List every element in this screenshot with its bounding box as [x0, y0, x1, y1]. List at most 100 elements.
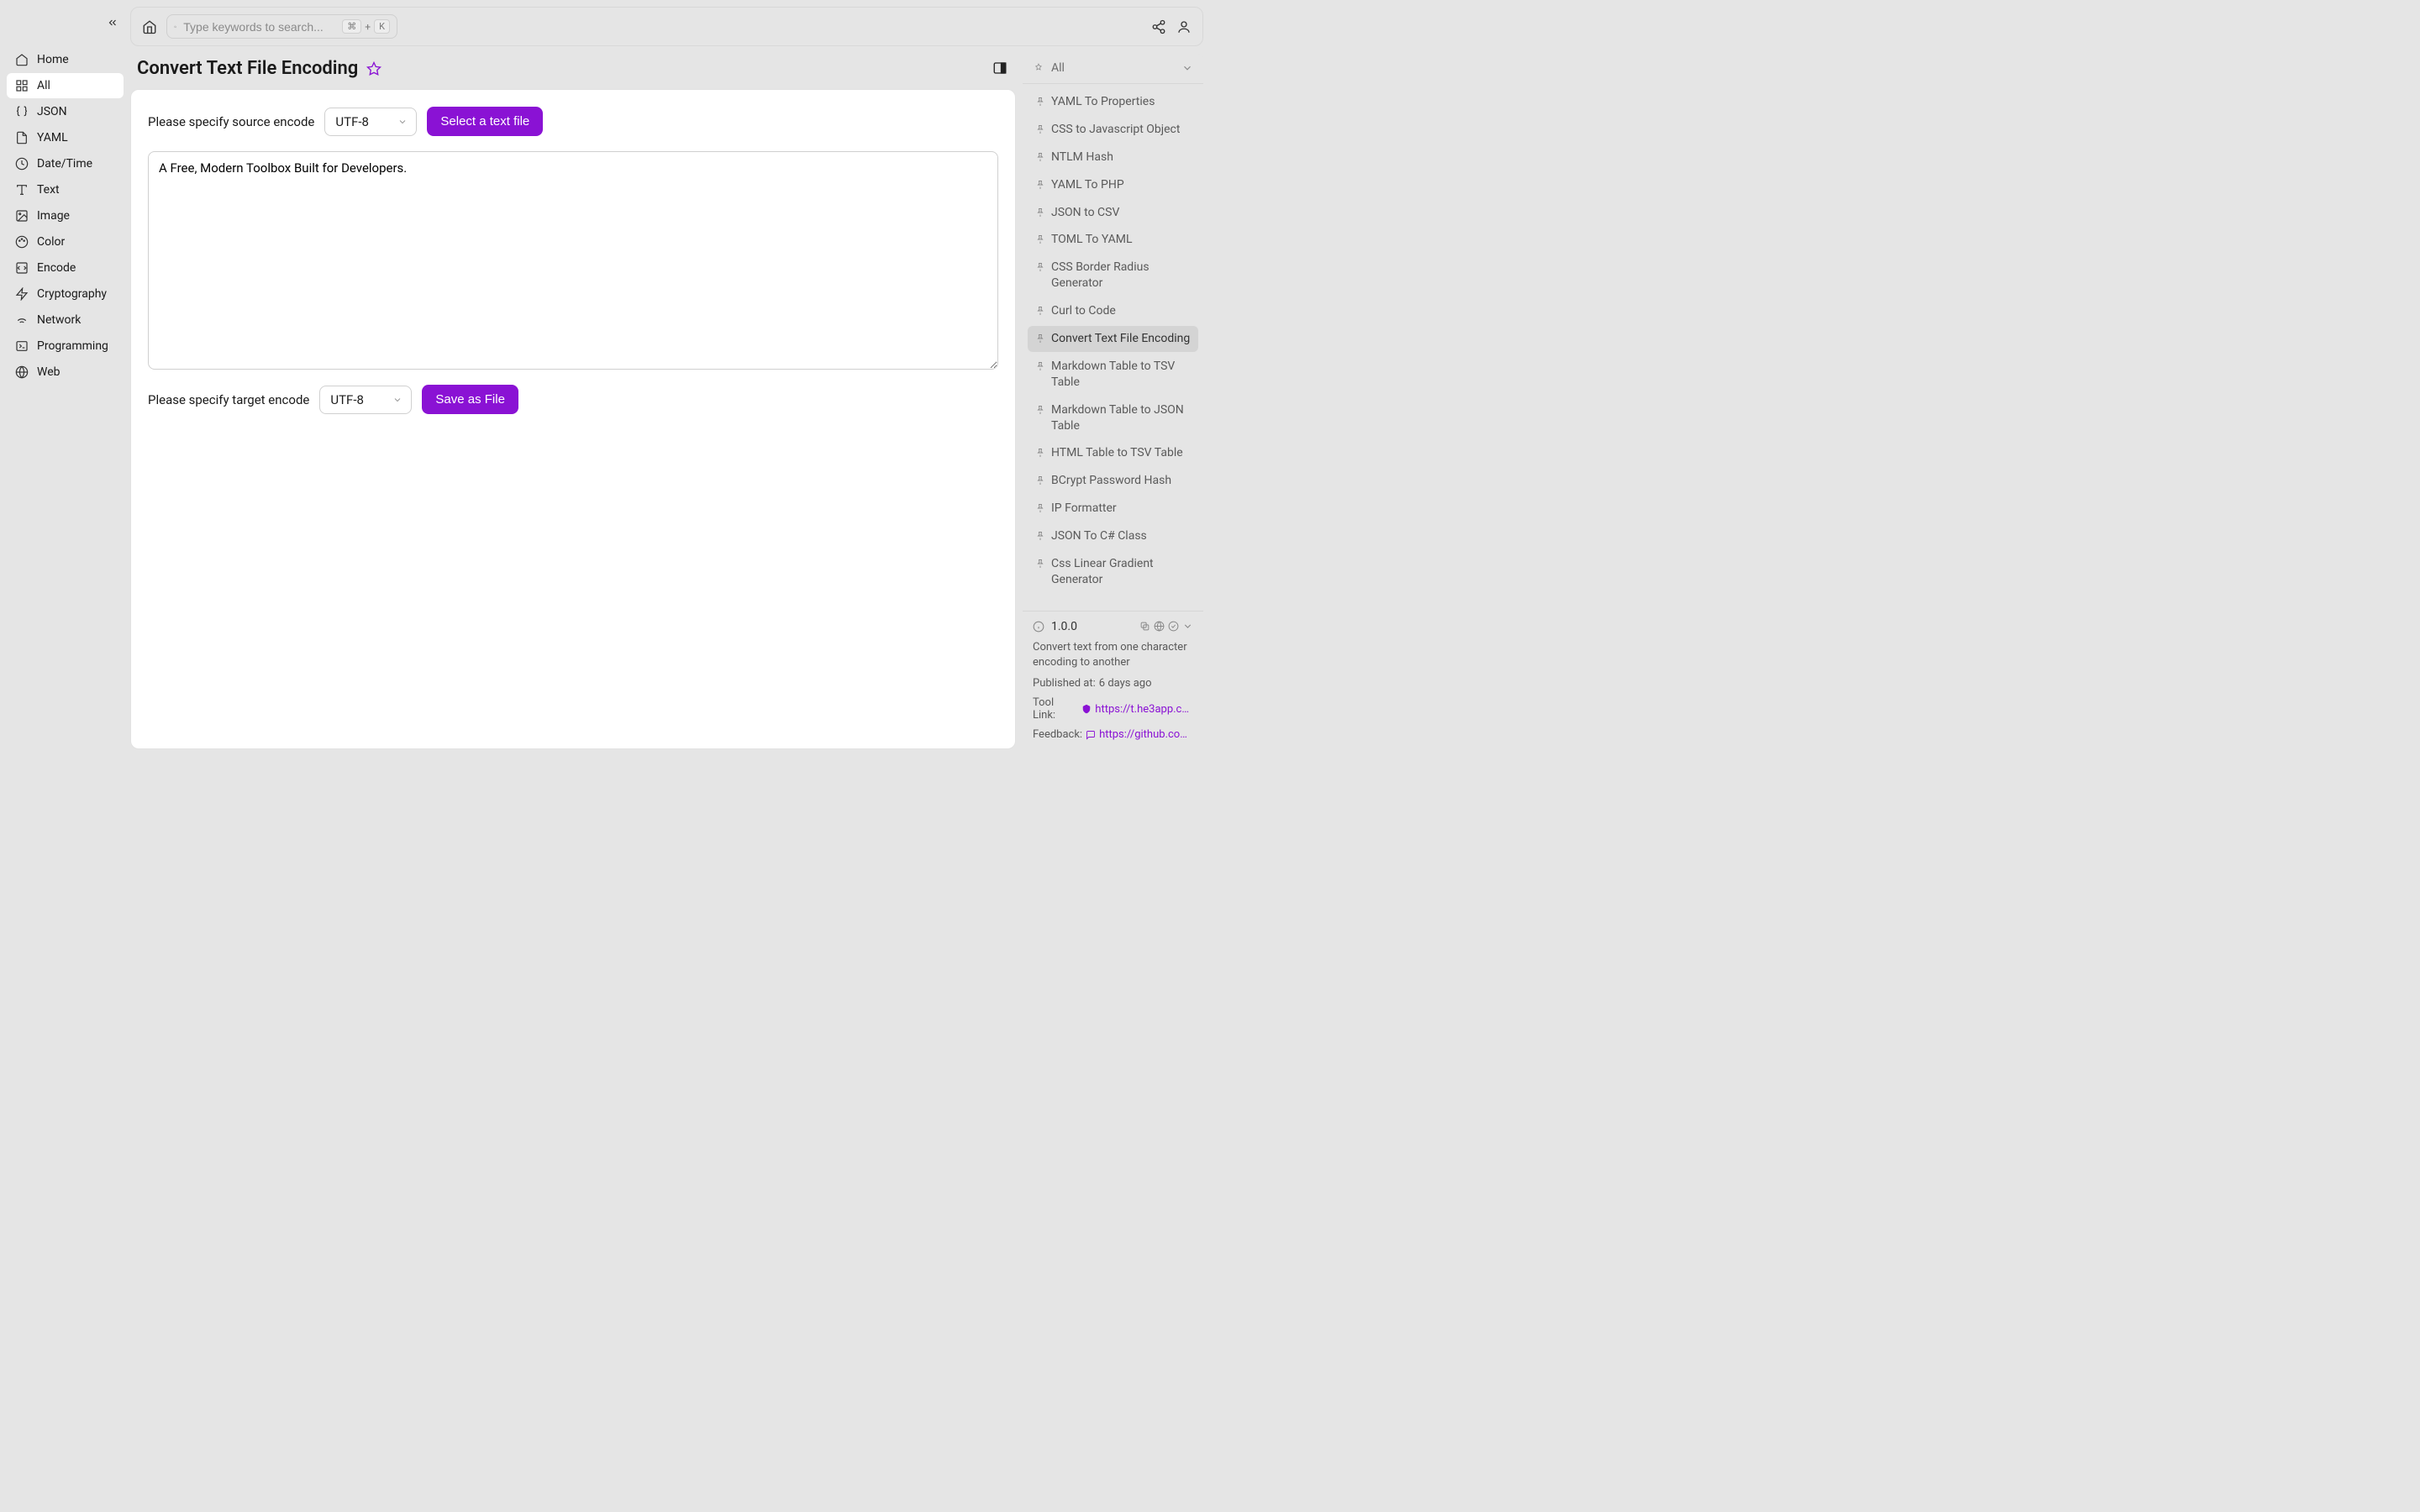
- nav-item-json[interactable]: JSON: [7, 99, 124, 124]
- page-title: Convert Text File Encoding: [137, 58, 358, 79]
- wifi-icon: [15, 313, 29, 327]
- chevron-down-icon: [1181, 62, 1193, 74]
- grid-icon: [15, 79, 29, 92]
- tool-item[interactable]: Markdown Table to TSV Table: [1028, 354, 1198, 396]
- pin-icon: [1034, 179, 1046, 191]
- favorite-button[interactable]: [366, 61, 381, 76]
- pin-icon: [1034, 151, 1046, 163]
- nav-item-label: Programming: [37, 339, 108, 353]
- nav-item-yaml[interactable]: YAML: [7, 125, 124, 150]
- pin-icon: [1034, 404, 1046, 416]
- clock-icon: [15, 157, 29, 171]
- nav-item-encode[interactable]: Encode: [7, 255, 124, 281]
- pin-icon: [1034, 96, 1046, 108]
- tool-item[interactable]: YAML To Properties: [1028, 89, 1198, 115]
- topbar: ⌘ + K: [130, 7, 1203, 46]
- panel-toggle-button[interactable]: [992, 60, 1009, 77]
- content-textarea[interactable]: [148, 151, 998, 370]
- pin-icon: [1034, 123, 1046, 135]
- pin-icon: [1034, 475, 1046, 486]
- home-icon: [142, 19, 157, 34]
- nav-item-label: Text: [37, 183, 60, 197]
- home-button[interactable]: [141, 18, 158, 35]
- right-header-label: All: [1051, 61, 1065, 75]
- feedback-link[interactable]: https://github.com/…: [1099, 728, 1193, 741]
- search-input[interactable]: [183, 20, 335, 34]
- tool-item[interactable]: JSON To C# Class: [1028, 523, 1198, 549]
- nav-item-web[interactable]: Web: [7, 360, 124, 385]
- nav-item-cryptography[interactable]: Cryptography: [7, 281, 124, 307]
- tool-item-label: Css Linear Gradient Generator: [1051, 556, 1192, 588]
- braces-icon: [15, 105, 29, 118]
- nav-item-label: Encode: [37, 261, 76, 275]
- search-shortcut: ⌘ + K: [342, 19, 390, 34]
- search-box[interactable]: ⌘ + K: [166, 14, 397, 39]
- nav-item-text[interactable]: Text: [7, 177, 124, 202]
- nav-item-date-time[interactable]: Date/Time: [7, 151, 124, 176]
- tool-item-label: HTML Table to TSV Table: [1051, 445, 1183, 461]
- tool-link[interactable]: https://t.he3app.co…: [1095, 703, 1193, 716]
- globe-icon: [15, 365, 29, 379]
- main-panel: Please specify source encode UTF-8 Selec…: [130, 89, 1016, 749]
- nav-item-network[interactable]: Network: [7, 307, 124, 333]
- check-icon[interactable]: [1168, 621, 1179, 632]
- select-file-button[interactable]: Select a text file: [427, 107, 543, 136]
- text-icon: [15, 183, 29, 197]
- save-file-button[interactable]: Save as File: [422, 385, 518, 414]
- nav-item-label: Web: [37, 365, 60, 379]
- nav-item-all[interactable]: All: [7, 73, 124, 98]
- code-icon: [15, 261, 29, 275]
- collapse-sidebar-button[interactable]: [105, 15, 120, 30]
- tool-item[interactable]: YAML To PHP: [1028, 172, 1198, 198]
- tool-item-label: YAML To Properties: [1051, 94, 1155, 110]
- user-icon: [1176, 19, 1192, 34]
- tool-item[interactable]: Curl to Code: [1028, 298, 1198, 324]
- tool-item-label: Markdown Table to TSV Table: [1051, 359, 1192, 391]
- tool-item[interactable]: Css Linear Gradient Generator: [1028, 551, 1198, 593]
- tool-item-label: NTLM Hash: [1051, 150, 1113, 165]
- tool-item-label: CSS Border Radius Generator: [1051, 260, 1192, 291]
- tool-item[interactable]: CSS Border Radius Generator: [1028, 255, 1198, 297]
- nav-item-color[interactable]: Color: [7, 229, 124, 255]
- chevron-down-icon[interactable]: [1182, 621, 1193, 632]
- tool-item-label: YAML To PHP: [1051, 177, 1124, 193]
- nav-item-label: Home: [37, 53, 69, 66]
- right-sidebar-header[interactable]: All: [1023, 53, 1203, 84]
- nav-item-image[interactable]: Image: [7, 203, 124, 228]
- tool-item[interactable]: IP Formatter: [1028, 496, 1198, 522]
- pin-icon: [1034, 530, 1046, 542]
- tool-item-label: TOML To YAML: [1051, 232, 1133, 248]
- tool-item[interactable]: TOML To YAML: [1028, 227, 1198, 253]
- tool-item[interactable]: CSS to Javascript Object: [1028, 117, 1198, 143]
- nav-item-label: Image: [37, 209, 70, 223]
- tool-item[interactable]: JSON to CSV: [1028, 200, 1198, 226]
- nav-item-label: All: [37, 79, 50, 92]
- copy-icon[interactable]: [1139, 621, 1150, 632]
- info-icon: [1033, 621, 1044, 633]
- source-encode-select[interactable]: UTF-8: [324, 108, 417, 136]
- nav-item-programming[interactable]: Programming: [7, 333, 124, 359]
- image-icon: [15, 209, 29, 223]
- left-sidebar: Home All JSON YAML Date/Time Text Image Color En…: [0, 0, 130, 756]
- feedback-label: Feedback:: [1033, 728, 1082, 741]
- user-button[interactable]: [1176, 18, 1192, 35]
- tool-item[interactable]: NTLM Hash: [1028, 144, 1198, 171]
- target-encode-select[interactable]: UTF-8: [319, 386, 412, 414]
- info-description: Convert text from one character encoding…: [1033, 640, 1193, 670]
- home-icon: [15, 53, 29, 66]
- published-value: 6 days ago: [1099, 677, 1152, 690]
- globe-icon[interactable]: [1154, 621, 1165, 632]
- source-encode-label: Please specify source encode: [148, 114, 314, 129]
- nav-item-label: YAML: [37, 131, 68, 144]
- star-icon: [366, 61, 381, 76]
- nav-item-home[interactable]: Home: [7, 47, 124, 72]
- tool-item-label: JSON to CSV: [1051, 205, 1119, 221]
- tool-item[interactable]: Convert Text File Encoding: [1028, 326, 1198, 352]
- tool-item[interactable]: BCrypt Password Hash: [1028, 468, 1198, 494]
- tool-item[interactable]: HTML Table to TSV Table: [1028, 440, 1198, 466]
- share-button[interactable]: [1150, 18, 1167, 35]
- panel-right-icon: [992, 60, 1007, 76]
- tool-item[interactable]: Markdown Table to JSON Table: [1028, 397, 1198, 439]
- nav-item-label: Date/Time: [37, 157, 92, 171]
- nav-item-label: Color: [37, 235, 65, 249]
